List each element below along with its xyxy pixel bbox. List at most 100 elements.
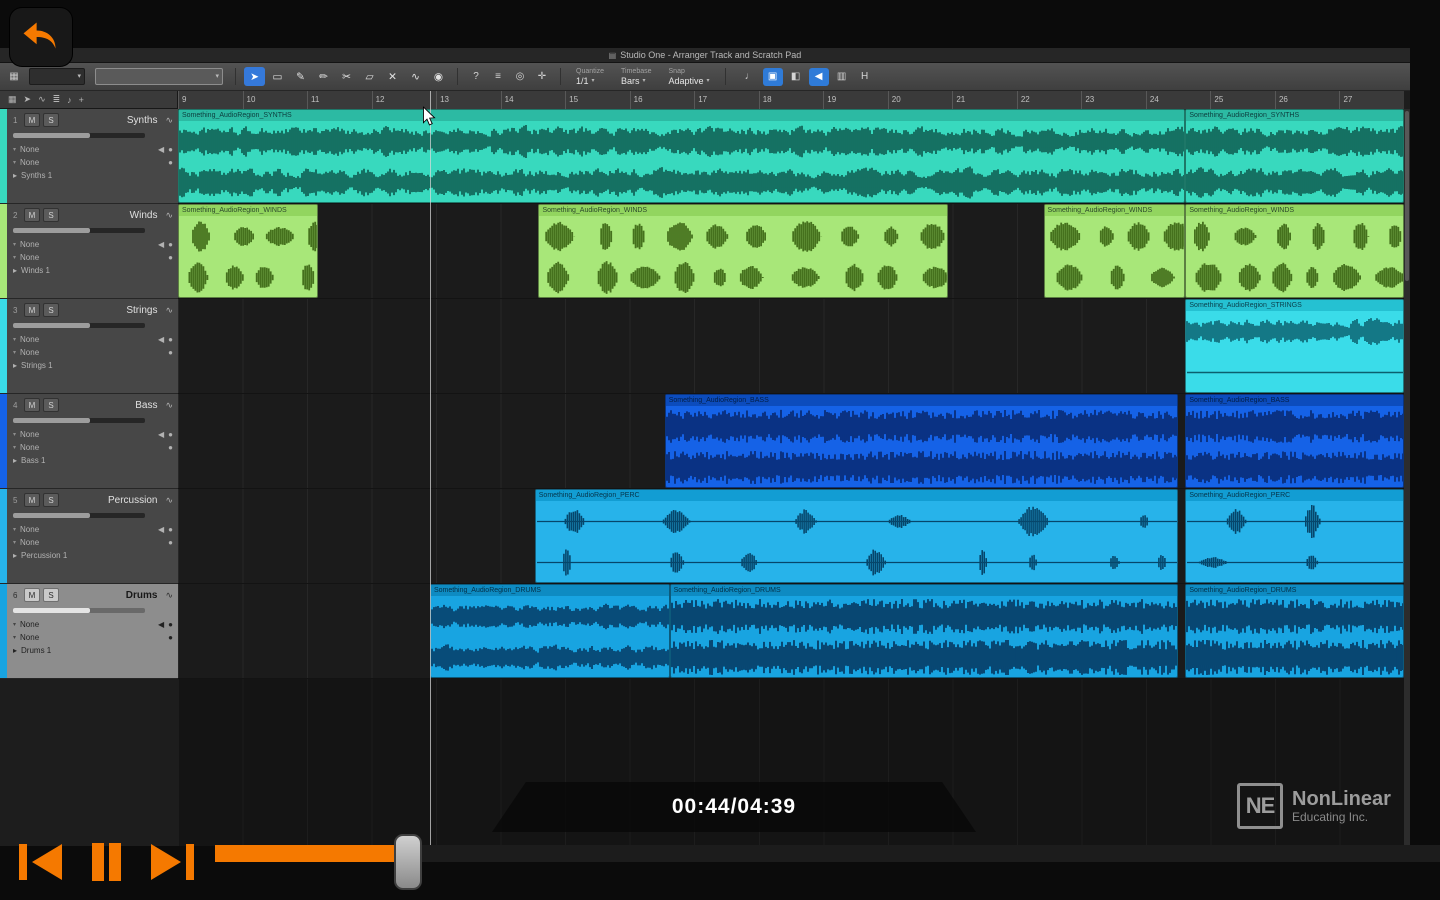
track-lane[interactable]: Something_AudioRegion_BASSSomething_Audi… (178, 394, 1404, 489)
audio-clip[interactable]: Something_AudioRegion_DRUMS (430, 584, 670, 678)
bend-tool[interactable]: ∿ (405, 67, 426, 86)
send-slot[interactable]: ▾None◀● (13, 428, 173, 441)
knob-icon[interactable]: ● (168, 335, 173, 344)
track-lane[interactable]: Something_AudioRegion_STRINGS (178, 299, 1404, 394)
audio-clip[interactable]: Something_AudioRegion_WINDS (538, 204, 947, 298)
tempo-display[interactable]: ▾ (29, 68, 85, 85)
audio-clip[interactable]: Something_AudioRegion_WINDS (178, 204, 318, 298)
arrow-tool[interactable]: ➤ (244, 67, 265, 86)
quantize-control[interactable]: Quantize 1/1▾ (576, 68, 604, 86)
track-fader[interactable] (13, 418, 145, 423)
solo-button[interactable]: S (43, 303, 59, 317)
mute-button[interactable]: M (24, 303, 40, 317)
speaker-icon[interactable]: ◀ (158, 240, 164, 249)
knob-icon[interactable]: ● (168, 538, 173, 547)
mute-button[interactable]: M (24, 208, 40, 222)
send-slot[interactable]: ▾None● (13, 346, 173, 359)
send-slot[interactable]: ▾None● (13, 441, 173, 454)
note-icon[interactable]: ♪ (67, 95, 72, 105)
eraser-tool[interactable]: ▱ (359, 67, 380, 86)
mixer-icon[interactable]: ▥ (832, 68, 852, 86)
snap-control[interactable]: Snap Adaptive▾ (669, 68, 710, 86)
send-slot[interactable]: ▾None● (13, 156, 173, 169)
pointer-icon[interactable]: ➤ (24, 94, 32, 105)
solo-button[interactable]: S (43, 588, 59, 602)
audio-clip[interactable]: Something_AudioRegion_WINDS (1185, 204, 1404, 298)
skip-forward-button[interactable] (146, 838, 198, 886)
vertical-scrollbar[interactable] (1404, 109, 1410, 846)
back-button[interactable] (10, 8, 72, 66)
paint-tool[interactable]: ✏ (313, 67, 334, 86)
scrollbar-thumb[interactable] (1405, 111, 1409, 281)
knob-icon[interactable]: ● (168, 620, 173, 629)
precount-toggle[interactable]: ▣ (763, 68, 783, 86)
list-icon[interactable]: ≣ (53, 94, 61, 105)
audio-clip[interactable]: Something_AudioRegion_BASS (1185, 394, 1404, 488)
plus-icon[interactable]: + (79, 95, 84, 105)
knob-icon[interactable]: ● (168, 430, 173, 439)
metronome-icon[interactable]: ♩ (740, 68, 760, 86)
knob-icon[interactable]: ● (168, 158, 173, 167)
range-tool[interactable]: ▭ (267, 67, 288, 86)
send-slot[interactable]: ▾None◀● (13, 143, 173, 156)
mute-button[interactable]: M (24, 588, 40, 602)
audio-clip[interactable]: Something_AudioRegion_PERC (1185, 489, 1404, 583)
audio-clip[interactable]: Something_AudioRegion_PERC (535, 489, 1179, 583)
solo-button[interactable]: S (43, 208, 59, 222)
track-fader[interactable] (13, 323, 145, 328)
skip-back-button[interactable] (14, 838, 66, 886)
mute-tool[interactable]: ✕ (382, 67, 403, 86)
knob-icon[interactable]: ● (168, 525, 173, 534)
knob-icon[interactable]: ● (168, 240, 173, 249)
track-fader[interactable] (13, 513, 145, 518)
input-monitor-icon[interactable]: ◧ (786, 68, 806, 86)
send-slot[interactable]: ▾None◀● (13, 238, 173, 251)
audio-clip[interactable]: Something_AudioRegion_SYNTHS (178, 109, 1185, 203)
track-header[interactable]: 4MSBass∿▾None◀●▾None●▸Bass 1 (0, 394, 178, 489)
speaker-icon[interactable]: ◀ (158, 145, 164, 154)
solo-button[interactable]: S (43, 113, 59, 127)
mute-button[interactable]: M (24, 493, 40, 507)
mute-button[interactable]: M (24, 113, 40, 127)
layout-icon[interactable]: ▦ (5, 68, 23, 86)
mute-button[interactable]: M (24, 398, 40, 412)
track-header[interactable]: 2MSWinds∿▾None◀●▾None●▸Winds 1 (0, 204, 178, 299)
pause-button[interactable] (80, 838, 132, 886)
split-tool[interactable]: ✂ (336, 67, 357, 86)
audio-clip[interactable]: Something_AudioRegion_WINDS (1044, 204, 1185, 298)
track-header[interactable]: 6MSDrums∿▾None◀●▾None●▸Drums 1 (0, 584, 178, 679)
speaker-icon[interactable]: ◀ (158, 620, 164, 629)
send-slot[interactable]: ▾None● (13, 631, 173, 644)
audio-clip[interactable]: Something_AudioRegion_SYNTHS (1185, 109, 1404, 203)
solo-button[interactable]: S (43, 398, 59, 412)
knob-icon[interactable]: ● (168, 443, 173, 452)
marker-icon[interactable]: ≡ (488, 68, 508, 86)
track-fader[interactable] (13, 608, 145, 613)
pencil-tool[interactable]: ✎ (290, 67, 311, 86)
help-icon[interactable]: ? (466, 68, 486, 86)
speaker-icon[interactable]: ◀ (158, 335, 164, 344)
preset-dropdown[interactable]: ▾ (95, 68, 223, 85)
solo-button[interactable]: S (43, 493, 59, 507)
track-height-icon[interactable]: H (855, 68, 875, 86)
zoom-icon[interactable]: ◎ (510, 68, 530, 86)
timebase-control[interactable]: Timebase Bars▾ (621, 68, 651, 86)
listen-tool[interactable]: ◉ (428, 67, 449, 86)
track-lane[interactable]: Something_AudioRegion_PERCSomething_Audi… (178, 489, 1404, 584)
knob-icon[interactable]: ● (168, 253, 173, 262)
wave-icon[interactable]: ∿ (38, 94, 46, 105)
audio-clip[interactable]: Something_AudioRegion_STRINGS (1185, 299, 1404, 393)
crosshair-icon[interactable]: ✛ (532, 68, 552, 86)
track-header[interactable]: 5MSPercussion∿▾None◀●▾None●▸Percussion 1 (0, 489, 178, 584)
send-slot[interactable]: ▾None◀● (13, 333, 173, 346)
knob-icon[interactable]: ● (168, 633, 173, 642)
track-lane[interactable]: Something_AudioRegion_WINDSSomething_Aud… (178, 204, 1404, 299)
track-header[interactable]: 3MSStrings∿▾None◀●▾None●▸Strings 1 (0, 299, 178, 394)
track-lane[interactable]: Something_AudioRegion_SYNTHSSomething_Au… (178, 109, 1404, 204)
audio-clip[interactable]: Something_AudioRegion_BASS (665, 394, 1179, 488)
send-slot[interactable]: ▾None● (13, 536, 173, 549)
speaker-icon[interactable]: ◀ (158, 525, 164, 534)
track-fader[interactable] (13, 133, 145, 138)
video-progress-bar[interactable] (215, 845, 1440, 862)
audio-clip[interactable]: Something_AudioRegion_DRUMS (670, 584, 1179, 678)
